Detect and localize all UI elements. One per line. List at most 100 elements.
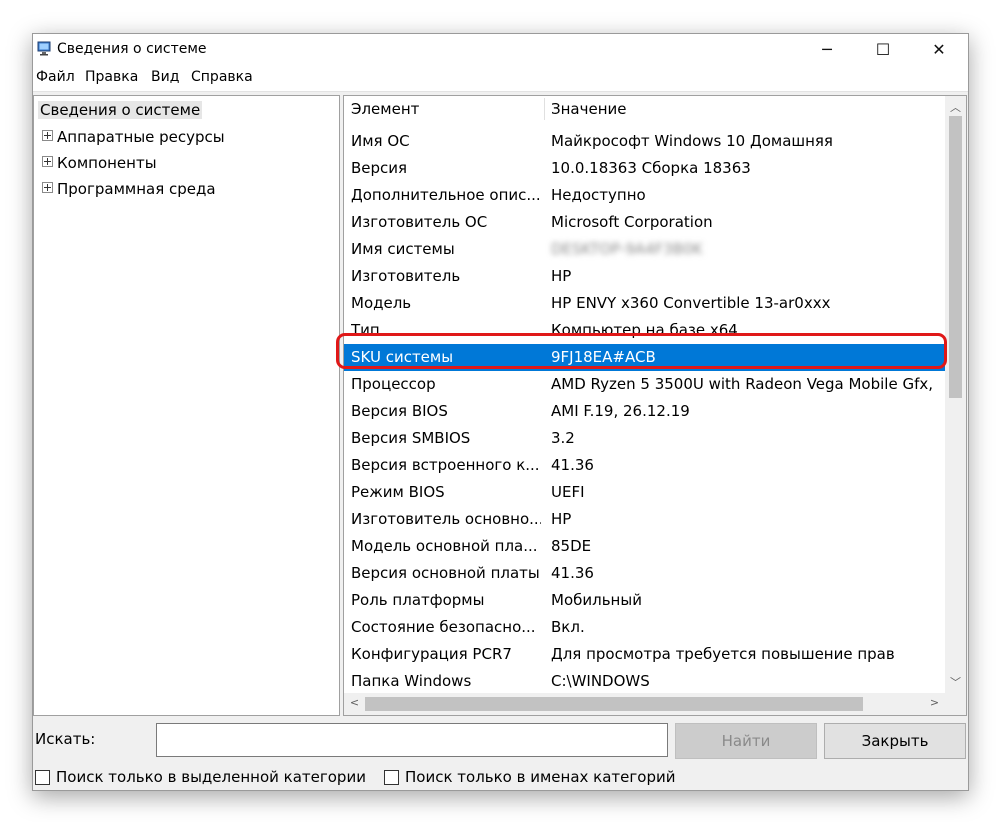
minimize-button[interactable]: ─ bbox=[804, 34, 850, 65]
table-row[interactable]: Изготовитель HP bbox=[344, 263, 945, 290]
system-info-icon bbox=[37, 41, 52, 56]
cell-item: Модель основной пла... bbox=[351, 537, 538, 555]
tree-item-components[interactable]: Компоненты bbox=[42, 154, 157, 174]
cell-value: AMI F.19, 26.12.19 bbox=[551, 402, 690, 420]
menu-help[interactable]: Справка bbox=[191, 69, 253, 85]
cell-item: Роль платформы bbox=[351, 591, 485, 609]
scrollbar-corner bbox=[945, 693, 966, 715]
cell-value: 10.0.18363 Сборка 18363 bbox=[551, 159, 751, 177]
scroll-up-icon[interactable]: ︿ bbox=[945, 99, 966, 115]
cell-value: Для просмотра требуется повышение прав bbox=[551, 645, 895, 663]
cell-value: 41.36 bbox=[551, 456, 594, 474]
cell-value: UEFI bbox=[551, 483, 585, 501]
cell-value: Вкл. bbox=[551, 618, 585, 636]
cell-item: Процессор bbox=[351, 375, 436, 393]
cell-item: Изготовитель ОС bbox=[351, 213, 488, 231]
cell-item: Состояние безопасно... bbox=[351, 618, 536, 636]
cell-value: DESKTOP-9A4F3B0K bbox=[551, 240, 703, 258]
cell-value: C:\WINDOWS bbox=[551, 672, 650, 690]
find-button[interactable]: Найти bbox=[675, 723, 817, 759]
cell-item: Имя системы bbox=[351, 240, 455, 258]
checkbox-label: Поиск только в выделенной категории bbox=[56, 768, 366, 786]
table-row[interactable]: Состояние безопасно... Вкл. bbox=[344, 614, 945, 641]
cell-value: HP ENVY x360 Convertible 13-ar0xxx bbox=[551, 294, 831, 312]
vertical-scroll-thumb[interactable] bbox=[949, 116, 962, 398]
close-button[interactable]: Закрыть bbox=[824, 723, 966, 759]
window-title: Сведения о системе bbox=[57, 41, 207, 57]
cell-value: Недоступно bbox=[551, 186, 646, 204]
menu-bar: Файл Правка Вид Справка bbox=[33, 65, 968, 92]
tree-expand-icon[interactable] bbox=[42, 130, 53, 141]
scroll-left-icon[interactable]: < bbox=[344, 696, 365, 709]
tree-item-label: Компоненты bbox=[57, 154, 157, 172]
scroll-down-icon[interactable]: ﹀ bbox=[945, 674, 966, 690]
tree-item-software-environment[interactable]: Программная среда bbox=[42, 180, 216, 200]
table-row[interactable]: Дополнительное опис... Недоступно bbox=[344, 182, 945, 209]
cell-value: 3.2 bbox=[551, 429, 575, 447]
table-row[interactable]: Изготовитель основно... HP bbox=[344, 506, 945, 533]
table-row[interactable]: Папка Windows C:\WINDOWS bbox=[344, 668, 945, 695]
cell-value: Майкрософт Windows 10 Домашняя bbox=[551, 132, 833, 150]
cell-value: 9FJ18EA#ACB bbox=[551, 348, 656, 366]
cell-item: Тип bbox=[351, 321, 380, 339]
column-header-value[interactable]: Значение bbox=[551, 96, 627, 122]
table-row[interactable]: Процессор AMD Ryzen 5 3500U with Radeon V… bbox=[344, 371, 945, 398]
cell-item: Имя ОС bbox=[351, 132, 410, 150]
menu-file[interactable]: Файл bbox=[36, 69, 75, 85]
table-row[interactable]: Версия SMBIOS 3.2 bbox=[344, 425, 945, 452]
cell-value: Компьютер на базе x64 bbox=[551, 321, 738, 339]
cell-item: Режим BIOS bbox=[351, 483, 445, 501]
cell-item: Дополнительное опис... bbox=[351, 186, 541, 204]
table-row[interactable]: Режим BIOS UEFI bbox=[344, 479, 945, 506]
checkbox-label: Поиск только в именах категорий bbox=[405, 768, 676, 786]
table-row[interactable]: Изготовитель ОС Microsoft Corporation bbox=[344, 209, 945, 236]
tree-item-label: Аппаратные ресурсы bbox=[57, 128, 225, 146]
tree-item-system-summary[interactable]: Сведения о системе bbox=[38, 101, 203, 119]
tree-item-hardware[interactable]: Аппаратные ресурсы bbox=[42, 128, 225, 148]
horizontal-scrollbar[interactable]: < > bbox=[344, 693, 945, 715]
menu-edit[interactable]: Правка bbox=[85, 69, 138, 85]
close-window-button[interactable]: ✕ bbox=[916, 34, 962, 65]
cell-value: AMD Ryzen 5 3500U with Radeon Vega Mobil… bbox=[551, 375, 934, 393]
title-bar[interactable]: Сведения о системе ─ ☐ ✕ bbox=[33, 34, 968, 65]
vertical-scrollbar[interactable]: ︿ ﹀ bbox=[945, 96, 966, 693]
table-row[interactable]: Тип Компьютер на базе x64 bbox=[344, 317, 945, 344]
cell-value: 41.36 bbox=[551, 564, 594, 582]
cell-item: Версия основной платы bbox=[351, 564, 540, 582]
table-row[interactable]: Версия BIOS AMI F.19, 26.12.19 bbox=[344, 398, 945, 425]
details-list: Элемент Значение Имя ОС Майкрософт Window… bbox=[343, 95, 967, 716]
checkbox-box[interactable] bbox=[384, 769, 399, 785]
checkbox-box[interactable] bbox=[35, 769, 50, 785]
tree-expand-icon[interactable] bbox=[42, 182, 53, 193]
menu-view[interactable]: Вид bbox=[151, 69, 179, 85]
table-row-selected[interactable]: SKU системы 9FJ18EA#ACB bbox=[344, 344, 945, 371]
horizontal-scroll-thumb[interactable] bbox=[365, 697, 863, 711]
cell-item: Модель bbox=[351, 294, 412, 312]
column-header-item[interactable]: Элемент bbox=[351, 96, 419, 122]
cell-item: Изготовитель основно... bbox=[351, 510, 541, 528]
table-row[interactable]: Версия встроенного к... 41.36 bbox=[344, 452, 945, 479]
table-row[interactable]: Роль платформы Мобильный bbox=[344, 587, 945, 614]
cell-value: HP bbox=[551, 510, 572, 528]
table-row[interactable]: Имя ОС Майкрософт Windows 10 Домашняя bbox=[344, 128, 945, 155]
table-row[interactable]: Версия основной платы 41.36 bbox=[344, 560, 945, 587]
table-row[interactable]: Имя системы DESKTOP-9A4F3B0K bbox=[344, 236, 945, 263]
table-row[interactable]: Конфигурация PCR7 Для просмотра требуется… bbox=[344, 641, 945, 668]
table-row[interactable]: Модель основной пла... 85DE bbox=[344, 533, 945, 560]
maximize-button[interactable]: ☐ bbox=[860, 34, 906, 65]
table-row[interactable]: Версия 10.0.18363 Сборка 18363 bbox=[344, 155, 945, 182]
tree-expand-icon[interactable] bbox=[42, 156, 53, 167]
cell-value: Мобильный bbox=[551, 591, 642, 609]
column-divider[interactable] bbox=[544, 98, 545, 120]
scroll-right-icon[interactable]: > bbox=[924, 696, 945, 709]
cell-item: Конфигурация PCR7 bbox=[351, 645, 512, 663]
search-category-names-checkbox[interactable]: Поиск только в именах категорий bbox=[384, 768, 675, 786]
cell-item: SKU системы bbox=[351, 348, 454, 366]
cell-item: Версия SMBIOS bbox=[351, 429, 471, 447]
search-selected-category-checkbox[interactable]: Поиск только в выделенной категории bbox=[35, 768, 366, 786]
table-row[interactable]: Модель HP ENVY x360 Convertible 13-ar0xxx bbox=[344, 290, 945, 317]
search-label: Искать: bbox=[35, 730, 96, 748]
cell-item: Версия BIOS bbox=[351, 402, 448, 420]
search-input[interactable] bbox=[156, 723, 668, 757]
cell-item: Версия bbox=[351, 159, 408, 177]
